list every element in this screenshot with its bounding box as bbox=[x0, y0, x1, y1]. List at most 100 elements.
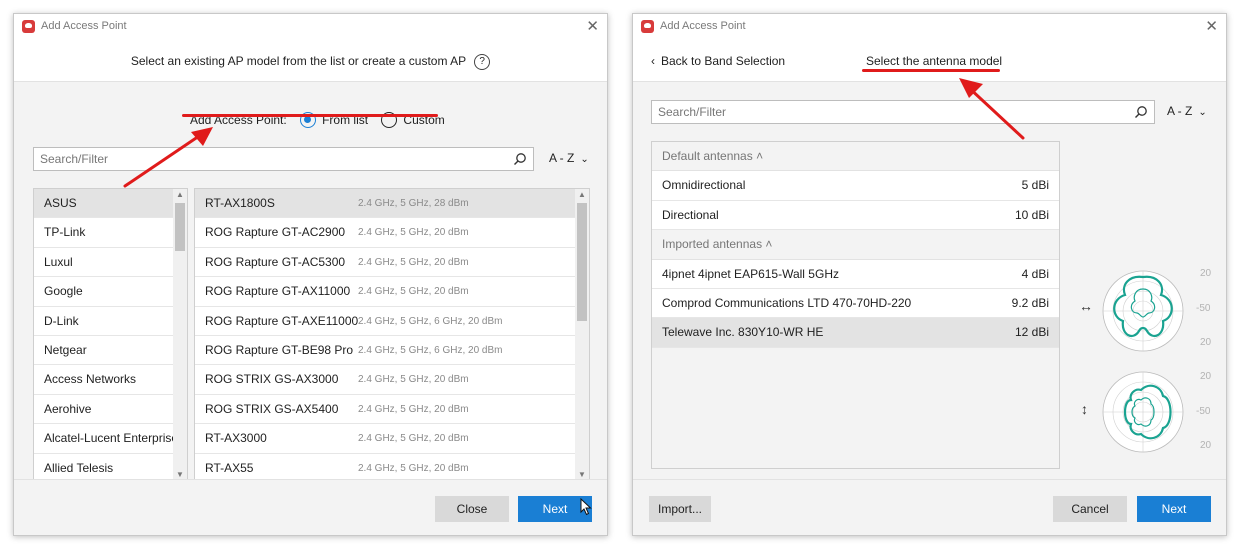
model-specs: 2.4 GHz, 5 GHz, 6 GHz, 20 dBm bbox=[358, 344, 503, 356]
antenna-list-item[interactable]: Omnidirectional 5 dBi bbox=[652, 171, 1059, 201]
instruction-label: Select an existing AP model from the lis… bbox=[130, 54, 467, 69]
model-name: ROG STRIX GS-AX5400 bbox=[205, 401, 339, 416]
scroll-thumb[interactable] bbox=[175, 203, 185, 251]
model-name: ROG Rapture GT-AX11000 bbox=[205, 284, 351, 299]
antenna-gain: 12 dBi bbox=[1014, 325, 1049, 340]
elevation-pattern-plot bbox=[1102, 371, 1184, 453]
instruction-text: Select an existing AP model from the lis… bbox=[14, 54, 607, 70]
chevron-down-icon: ⌄ bbox=[1198, 107, 1207, 118]
model-list-item[interactable]: ROG STRIX GS-AX5400 2.4 GHz, 5 GHz, 20 dB… bbox=[195, 395, 575, 425]
annotation-underline bbox=[182, 114, 438, 117]
antenna-gain: 5 dBi bbox=[1021, 178, 1049, 193]
antenna-list-item[interactable]: Telewave Inc. 830Y10-WR HE 12 dBi bbox=[652, 318, 1059, 348]
model-specs: 2.4 GHz, 5 GHz, 20 dBm bbox=[358, 403, 469, 415]
antenna-list: Default antennas ˄ Omnidirectional 5 dBi Di… bbox=[651, 141, 1060, 469]
polar-top-label-1: 20 bbox=[1200, 268, 1212, 279]
title-bar: Add Access Point ✕ bbox=[633, 14, 1226, 40]
model-name: ROG STRIX GS-AX3000 bbox=[205, 372, 339, 387]
group-label: Imported antennas bbox=[662, 237, 763, 252]
azimuth-pattern-plot bbox=[1102, 270, 1184, 352]
annotation-arrow-icon bbox=[123, 127, 213, 188]
annotation-arrow-icon bbox=[959, 78, 1025, 140]
help-icon[interactable]: ? bbox=[474, 54, 491, 70]
dialog-body: Add Access Point: From list Custom Searc… bbox=[14, 82, 607, 535]
vendor-list-item[interactable]: Alcatel-Lucent Enterprise bbox=[34, 424, 178, 454]
antenna-gain: 4 dBi bbox=[1021, 266, 1049, 281]
model-name: RT-AX55 bbox=[205, 460, 254, 475]
chevron-up-icon: ˄ bbox=[752, 149, 764, 163]
model-name: RT-AX1800S bbox=[205, 196, 275, 210]
scroll-down-icon[interactable]: ▼ bbox=[173, 470, 187, 479]
scroll-thumb[interactable] bbox=[577, 203, 587, 321]
antenna-list-empty-area bbox=[652, 347, 1059, 468]
search-input[interactable]: Search/Filter bbox=[651, 100, 1155, 124]
vendor-name: Alcatel-Lucent Enterprise bbox=[44, 431, 179, 446]
back-to-band-selection-link[interactable]: ‹ Back to Band Selection bbox=[651, 54, 785, 68]
close-icon[interactable]: ✕ bbox=[586, 17, 599, 35]
window-title: Add Access Point bbox=[660, 20, 746, 32]
model-specs: 2.4 GHz, 5 GHz, 6 GHz, 20 dBm bbox=[358, 315, 503, 327]
sort-dropdown[interactable]: A - Z ⌄ bbox=[1167, 104, 1207, 118]
title-bar: Add Access Point ✕ bbox=[14, 14, 607, 40]
vendor-name: Allied Telesis bbox=[44, 460, 114, 475]
model-specs: 2.4 GHz, 5 GHz, 20 dBm bbox=[358, 433, 469, 445]
antenna-list-item[interactable]: Comprod Communications LTD 470-70HD-220 9… bbox=[652, 289, 1059, 319]
vendor-name: Access Networks bbox=[44, 372, 137, 387]
model-list-item[interactable]: ROG Rapture GT-AXE11000 2.4 GHz, 5 GHz, 6… bbox=[195, 307, 575, 336]
antenna-group-header[interactable]: Imported antennas ˄ bbox=[652, 230, 1059, 260]
dialog-footer: Import... Cancel Next bbox=[633, 479, 1226, 535]
polar-top-label-3: 20 bbox=[1200, 337, 1212, 348]
vendor-name: Luxul bbox=[44, 254, 73, 269]
vendor-list-item[interactable]: D-Link bbox=[34, 307, 173, 336]
import-button[interactable]: Import... bbox=[649, 496, 711, 522]
polar-bottom-label-2: -50 bbox=[1196, 406, 1211, 417]
search-icon[interactable] bbox=[1134, 105, 1148, 119]
search-icon[interactable] bbox=[513, 152, 527, 166]
model-list-item[interactable]: RT-AX55 2.4 GHz, 5 GHz, 20 dBm bbox=[195, 454, 575, 480]
model-list-item[interactable]: ROG Rapture GT-AC2900 2.4 GHz, 5 GHz, 20 … bbox=[195, 218, 575, 248]
app-logo-icon bbox=[641, 20, 654, 33]
close-button[interactable]: Close bbox=[435, 496, 509, 522]
sort-dropdown[interactable]: A - Z ⌄ bbox=[549, 151, 589, 165]
vendor-list-item[interactable]: Access Networks bbox=[34, 365, 173, 395]
model-list-item[interactable]: ROG Rapture GT-AX11000 2.4 GHz, 5 GHz, 20… bbox=[195, 277, 575, 307]
model-list-item[interactable]: ROG STRIX GS-AX3000 2.4 GHz, 5 GHz, 20 dB… bbox=[195, 365, 575, 395]
model-list-scrollbar[interactable]: ▲ ▼ bbox=[575, 189, 589, 480]
polar-bottom-label-3: 20 bbox=[1200, 440, 1212, 451]
polar-bottom-label-1: 20 bbox=[1200, 371, 1212, 382]
vendor-list-item[interactable]: Allied Telesis bbox=[34, 454, 173, 480]
search-placeholder: Search/Filter bbox=[40, 152, 109, 166]
vendor-list-item[interactable]: Luxul bbox=[34, 248, 173, 278]
search-input[interactable]: Search/Filter bbox=[33, 147, 534, 171]
next-button[interactable]: Next bbox=[1137, 496, 1211, 522]
vendor-list-item[interactable]: Google bbox=[34, 277, 173, 307]
vendor-list-item[interactable]: Netgear bbox=[34, 336, 173, 366]
vendor-name: TP-Link bbox=[44, 225, 86, 240]
vendor-list-item[interactable]: TP-Link bbox=[34, 218, 173, 248]
antenna-group-header[interactable]: Default antennas ˄ bbox=[652, 142, 1059, 172]
scroll-down-icon[interactable]: ▼ bbox=[575, 470, 589, 479]
antenna-name: Comprod Communications LTD 470-70HD-220 bbox=[662, 295, 912, 310]
vendor-list-item[interactable]: ASUS bbox=[34, 189, 173, 219]
add-access-point-dialog-right: Add Access Point ✕ ‹ Back to Band Selecti… bbox=[632, 13, 1227, 536]
close-icon[interactable]: ✕ bbox=[1205, 17, 1218, 35]
model-list-item[interactable]: RT-AX3000 2.4 GHz, 5 GHz, 20 dBm bbox=[195, 424, 575, 454]
add-access-point-dialog-left: Add Access Point ✕ Select an existing AP… bbox=[13, 13, 608, 536]
model-list-item[interactable]: ROG Rapture GT-BE98 Pro 2.4 GHz, 5 GHz, 6… bbox=[195, 336, 575, 366]
vendor-list-item[interactable]: Aerohive bbox=[34, 395, 173, 425]
model-specs: 2.4 GHz, 5 GHz, 20 dBm bbox=[358, 227, 469, 239]
antenna-list-item[interactable]: 4ipnet 4ipnet EAP615-Wall 5GHz 4 dBi bbox=[652, 260, 1059, 289]
chevron-left-icon: ‹ bbox=[651, 54, 655, 68]
vendor-list-scrollbar[interactable]: ▲ ▼ bbox=[173, 189, 187, 480]
mouse-cursor-icon bbox=[580, 498, 592, 516]
dialog-header: Select an existing AP model from the lis… bbox=[14, 40, 607, 82]
model-list-item[interactable]: RT-AX1800S 2.4 GHz, 5 GHz, 28 dBm bbox=[195, 189, 575, 219]
group-label: Default antennas bbox=[662, 149, 753, 163]
antenna-list-item[interactable]: Directional 10 dBi bbox=[652, 201, 1059, 231]
model-list-item[interactable]: ROG Rapture GT-AC5300 2.4 GHz, 5 GHz, 20 … bbox=[195, 248, 575, 278]
dialog-footer: Close Next bbox=[14, 479, 607, 535]
model-specs: 2.4 GHz, 5 GHz, 20 dBm bbox=[358, 374, 469, 386]
antenna-name: Directional bbox=[662, 207, 719, 222]
scroll-up-icon[interactable]: ▲ bbox=[575, 190, 589, 199]
cancel-button[interactable]: Cancel bbox=[1053, 496, 1127, 522]
